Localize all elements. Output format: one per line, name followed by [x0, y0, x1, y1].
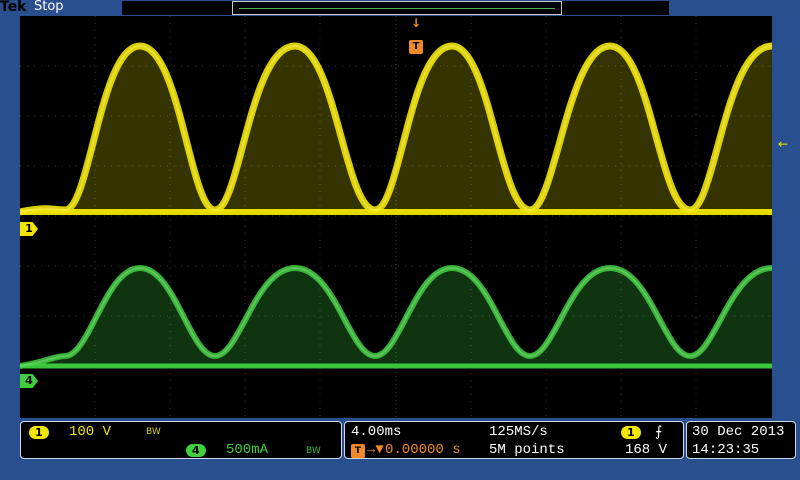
- trigger-level-value: 168 V: [625, 442, 668, 458]
- trigger-icon: T: [351, 444, 365, 458]
- trigger-position-marker[interactable]: T: [409, 40, 423, 54]
- ch4-bw-indicator: BW: [306, 446, 321, 456]
- record-length: 5M points: [489, 442, 565, 458]
- record-window[interactable]: [232, 1, 562, 15]
- ch1-bw-indicator: BW: [146, 427, 161, 437]
- ch1-badge[interactable]: 1: [29, 426, 49, 439]
- top-status-bar: Tek Stop: [0, 0, 800, 16]
- waveform-graph: [20, 16, 772, 418]
- timebase-panel[interactable]: 4.00ms 125MS/s 5M points T →▼ 0.00000 s …: [344, 421, 684, 459]
- trigger-level-marker[interactable]: ←: [778, 137, 788, 151]
- acquisition-state[interactable]: Stop: [34, 0, 64, 14]
- time-per-div: 4.00ms: [351, 424, 402, 440]
- date-time-panel: 30 Dec 2013 14:23:35: [686, 421, 796, 459]
- trigger-position-arrow: →▼: [367, 442, 384, 458]
- channel-settings-panel[interactable]: 1 100 V BW 4 500mA BW: [20, 421, 342, 459]
- date-text: 30 Dec 2013: [692, 424, 785, 440]
- trigger-source-badge[interactable]: 1: [621, 426, 641, 439]
- bottom-status-area: 1 100 V BW 4 500mA BW 4.00ms 125MS/s 5M …: [0, 418, 800, 480]
- trigger-slope-icon: ⨍: [655, 425, 663, 441]
- waveform-display[interactable]: 1 4 ↓ T ←: [20, 16, 788, 418]
- brand-label: Tek: [0, 0, 27, 15]
- sample-rate: 125MS/s: [489, 424, 548, 440]
- ch4-scale: 500mA: [226, 442, 269, 458]
- time-text: 14:23:35: [692, 442, 760, 458]
- ch1-scale: 100 V: [69, 424, 112, 440]
- trigger-arrow-icon: ↓: [411, 16, 422, 30]
- ch4-badge[interactable]: 4: [186, 444, 206, 457]
- trigger-position-value: 0.00000 s: [385, 442, 461, 458]
